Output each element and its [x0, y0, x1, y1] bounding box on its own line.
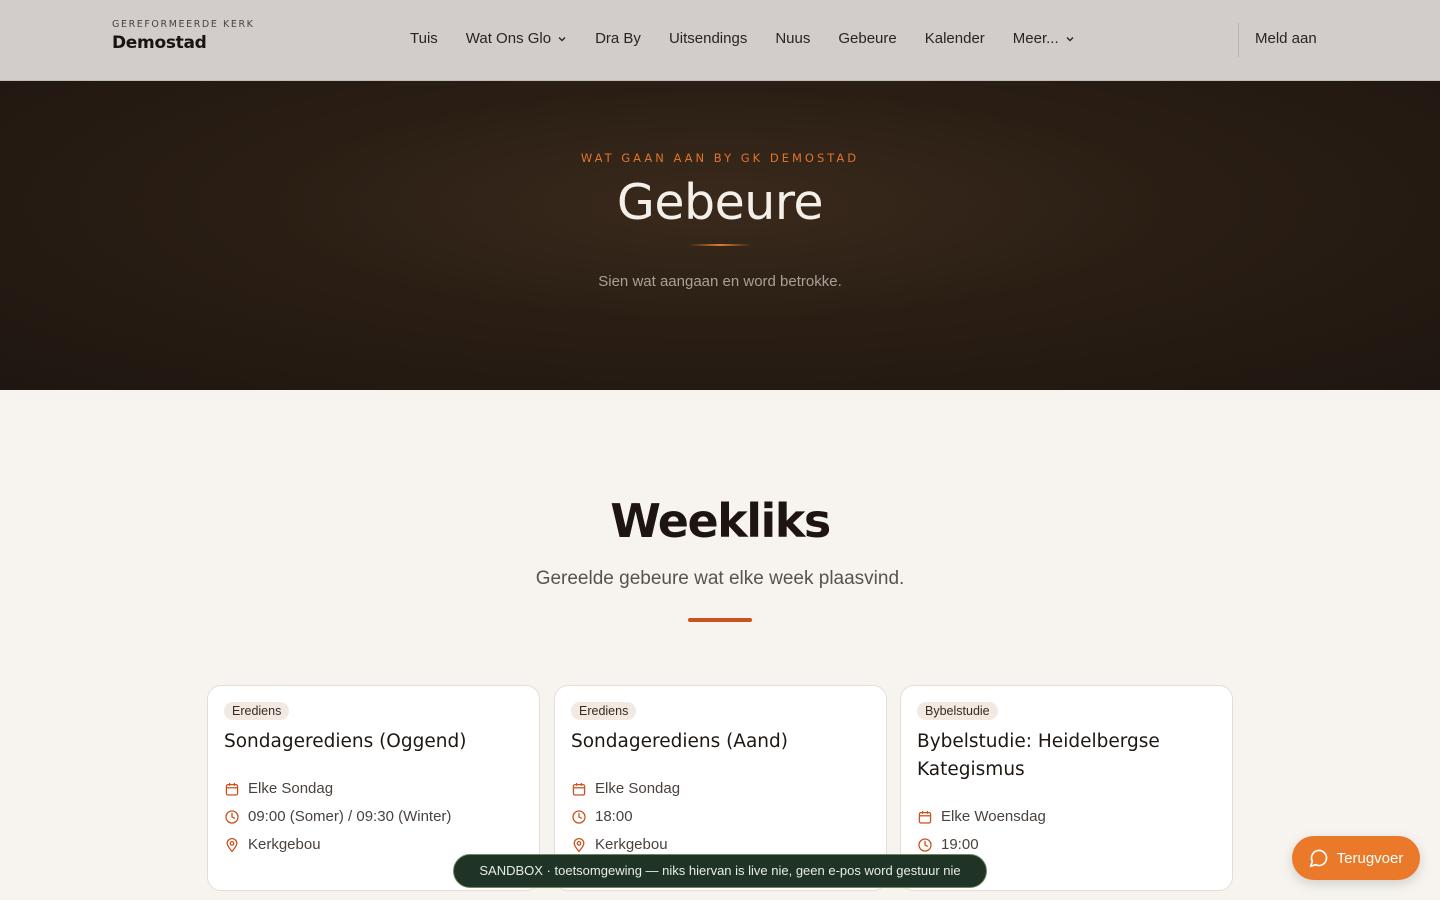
nav-item-wat-ons-glo[interactable]: Wat Ons Glo [466, 30, 567, 47]
event-day-text: Elke Sondag [248, 780, 334, 797]
nav-item-label: Dra By [595, 30, 641, 47]
nav-item-label: Gebeure [838, 30, 897, 47]
event-category-badge: Bybelstudie [917, 702, 998, 720]
nav-item-label: Kalender [924, 30, 985, 47]
event-location-text: Kerkgebou [248, 836, 321, 853]
login-link[interactable]: Meld aan [1255, 30, 1317, 47]
nav-item-label: Wat Ons Glo [465, 30, 552, 47]
hero-description: Sien wat aangaan en word betrokke. [598, 273, 842, 290]
event-location-text: Kerkgebou [595, 836, 668, 853]
nav-item-kalender[interactable]: Kalender [925, 30, 985, 47]
nav-item-uitsendings[interactable]: Uitsendings [669, 30, 747, 47]
event-time-text: 09:00 (Somer) / 09:30 (Winter) [248, 808, 452, 825]
section-subtitle: Gereelde gebeure wat elke week plaasvind… [535, 568, 905, 589]
main-nav: Tuis Wat Ons Glo Dra By Uitsendings Nuus Gebe… [410, 30, 1103, 47]
event-time: 09:00 (Somer) / 09:30 (Winter) [224, 808, 451, 825]
section-title: Weekliks [610, 494, 831, 548]
event-title: Sondagerediens (Aand) [571, 731, 788, 752]
event-location: Kerkgebou [224, 836, 321, 853]
site-header: GEREFORMEERDE KERK Demostad Tuis Wat Ons … [0, 0, 1440, 81]
nav-item-nuus[interactable]: Nuus [775, 30, 810, 47]
clock-icon [918, 837, 932, 852]
event-time: 19:00 [917, 836, 979, 853]
feedback-label: Terugvoer [1336, 849, 1404, 867]
nav-item-gebeure[interactable]: Gebeure [838, 30, 896, 47]
sandbox-banner: SANDBOX · toetsomgewing — niks hiervan i… [453, 854, 987, 888]
map-pin-icon [226, 837, 238, 852]
nav-item-tuis[interactable]: Tuis [410, 30, 438, 47]
calendar-icon [572, 782, 586, 796]
event-day: Elke Sondag [571, 780, 680, 797]
calendar-icon [225, 782, 239, 796]
event-day-text: Elke Woensdag [941, 808, 1046, 825]
map-pin-icon [573, 837, 585, 852]
brand-subtitle: GEREFORMEERDE KERK [112, 19, 255, 30]
page-title: Gebeure [616, 174, 824, 231]
chat-bubble-icon [1309, 849, 1327, 868]
nav-item-dra-by[interactable]: Dra By [595, 30, 641, 47]
chevron-down-icon [1066, 36, 1074, 41]
nav-divider [1238, 23, 1239, 57]
hero-banner: WAT GAAN AAN BY GK DEMOSTAD Gebeure Sien… [0, 81, 1440, 390]
nav-item-label: Tuis [410, 30, 438, 47]
event-category-badge: Erediens [224, 702, 290, 720]
feedback-button[interactable]: Terugvoer [1292, 836, 1420, 880]
brand-logo[interactable]: GEREFORMEERDE KERK Demostad [112, 19, 255, 53]
hero-divider [689, 244, 751, 246]
event-title: Sondagerediens (Oggend) [224, 731, 467, 752]
event-day: Elke Woensdag [917, 808, 1046, 825]
chevron-down-icon [558, 36, 566, 41]
section-divider [688, 618, 752, 622]
nav-item-label: Uitsendings [668, 30, 748, 47]
event-category-badge: Erediens [571, 702, 637, 720]
event-title: Bybelstudie: Heidelbergse Kategismus [917, 731, 1160, 780]
calendar-icon [918, 810, 932, 824]
event-time: 18:00 [571, 808, 633, 825]
nav-item-label: Nuus [775, 30, 811, 47]
event-time-text: 18:00 [595, 808, 633, 825]
hero-kicker: WAT GAAN AAN BY GK DEMOSTAD [580, 151, 860, 165]
event-time-text: 19:00 [941, 836, 979, 853]
clock-icon [572, 809, 586, 824]
clock-icon [225, 809, 239, 824]
brand-name: Demostad [112, 33, 207, 53]
nav-item-label: Meer... [1012, 30, 1059, 47]
event-location: Kerkgebou [571, 836, 668, 853]
nav-item-meer[interactable]: Meer... [1013, 30, 1075, 47]
event-day: Elke Sondag [224, 780, 333, 797]
event-day-text: Elke Sondag [595, 780, 681, 797]
